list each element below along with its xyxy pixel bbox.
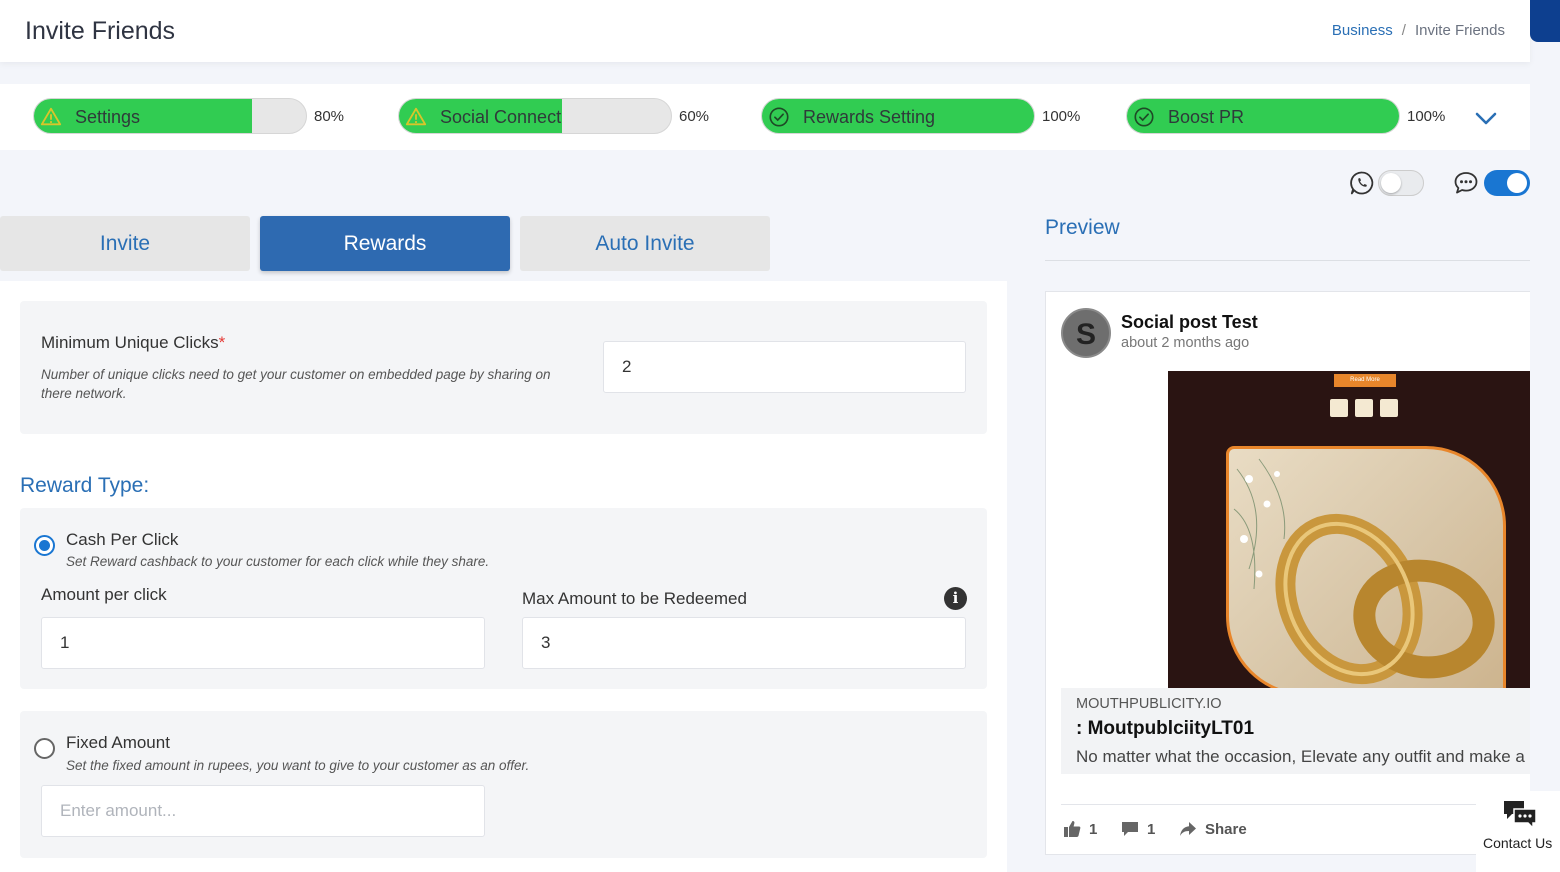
breadcrumb-current: Invite Friends xyxy=(1414,22,1505,39)
toggle-knob xyxy=(1381,173,1401,193)
rings-photo xyxy=(1226,446,1506,688)
whatsapp-toggle[interactable] xyxy=(1378,170,1424,196)
whatsapp-icon xyxy=(1350,171,1374,195)
progress-percent: 80% xyxy=(314,108,345,125)
amount-per-click-input[interactable] xyxy=(41,617,485,669)
check-circle-icon xyxy=(769,107,789,127)
fixed-amount-card: Fixed Amount Set the fixed amount in rup… xyxy=(20,711,987,858)
post-image: Read More xyxy=(1168,371,1530,688)
phone-icon xyxy=(1330,399,1348,417)
chat-bubble-icon xyxy=(1454,172,1478,194)
contact-us-label: Contact Us xyxy=(1483,835,1553,851)
max-amount-input[interactable] xyxy=(522,617,966,669)
progress-track: Social Connect xyxy=(398,98,672,134)
wedding-rings-icon xyxy=(1233,458,1495,685)
avatar: S xyxy=(1061,308,1111,358)
fixed-amount-hint: Set the fixed amount in rupees, you want… xyxy=(66,758,530,773)
link-title: : MoutpublciityLT01 xyxy=(1076,718,1255,739)
cash-per-click-hint: Set Reward cashback to your customer for… xyxy=(66,554,490,569)
cash-per-click-card: Cash Per Click Set Reward cashback to yo… xyxy=(20,508,987,689)
sms-toggle[interactable] xyxy=(1484,170,1530,196)
divider xyxy=(1045,260,1530,261)
progress-track: Rewards Setting xyxy=(761,98,1035,134)
tab-invite[interactable]: Invite xyxy=(0,216,250,271)
corner-accent xyxy=(1530,0,1560,42)
min-clicks-input[interactable] xyxy=(603,341,966,393)
preview-heading: Preview xyxy=(1045,216,1120,239)
progress-fill xyxy=(34,99,252,133)
breadcrumb-business-link[interactable]: Business xyxy=(1332,22,1393,39)
fixed-amount-input[interactable] xyxy=(41,785,485,837)
link-preview[interactable]: MOUTHPUBLICITY.IO : MoutpublciityLT01 No… xyxy=(1061,688,1530,774)
warning-icon xyxy=(405,107,427,126)
progress-track: Settings xyxy=(33,98,307,134)
like-count: 1 xyxy=(1089,820,1098,838)
check-circle-icon xyxy=(1134,107,1154,127)
whatsapp-icon xyxy=(1355,399,1373,417)
social-post-preview: S Social post Test about 2 months ago Re… xyxy=(1045,291,1530,855)
share-label: Share xyxy=(1205,820,1247,838)
min-clicks-label-text: Minimum Unique Clicks xyxy=(41,333,219,352)
reward-type-heading: Reward Type: xyxy=(20,474,150,497)
link-domain: MOUTHPUBLICITY.IO xyxy=(1076,696,1222,712)
location-icon xyxy=(1380,399,1398,417)
toggle-knob xyxy=(1507,173,1527,193)
breadcrumb-separator: / xyxy=(1401,22,1406,39)
min-clicks-hint: Number of unique clicks need to get your… xyxy=(41,367,551,401)
progress-step-label: Social Connect xyxy=(440,107,562,127)
share-arrow-icon xyxy=(1180,822,1196,836)
tab-rewards[interactable]: Rewards xyxy=(260,216,510,271)
progress-step-label: Settings xyxy=(75,107,141,127)
warning-icon xyxy=(40,107,62,126)
comment-count: 1 xyxy=(1147,820,1156,838)
min-clicks-label: Minimum Unique Clicks* xyxy=(41,333,225,353)
progress-percent: 60% xyxy=(679,108,710,125)
breadcrumb: Business / Invite Friends xyxy=(1332,22,1505,39)
chat-support-icon xyxy=(1504,801,1537,830)
like-action[interactable]: 1 xyxy=(1063,820,1097,838)
tab-auto-invite[interactable]: Auto Invite xyxy=(520,216,770,271)
read-more-badge: Read More xyxy=(1334,374,1396,387)
progress-percent: 100% xyxy=(1042,108,1081,125)
max-amount-label: Max Amount to be Redeemed xyxy=(522,589,747,608)
chevron-down-icon[interactable] xyxy=(1474,108,1498,128)
min-clicks-card: Minimum Unique Clicks* Number of unique … xyxy=(20,301,987,434)
page-header: Invite Friends Business / Invite Friends xyxy=(0,0,1530,62)
post-timestamp: about 2 months ago xyxy=(1121,335,1250,351)
setup-progress-bar: Settings 80% Social Connect 60% Rewards … xyxy=(0,84,1530,150)
cash-per-click-label: Cash Per Click xyxy=(66,530,179,549)
progress-step-label: Boost PR xyxy=(1168,107,1245,127)
page-title: Invite Friends xyxy=(25,17,176,45)
share-action[interactable]: Share xyxy=(1179,820,1247,838)
link-description: No matter what the occasion, Elevate any… xyxy=(1076,747,1525,766)
cash-per-click-radio[interactable] xyxy=(34,535,55,556)
fixed-amount-radio[interactable] xyxy=(34,738,55,759)
progress-percent: 100% xyxy=(1407,108,1446,125)
contact-us-widget[interactable]: Contact Us xyxy=(1476,791,1560,872)
info-icon[interactable]: i xyxy=(944,587,967,610)
comment-action[interactable]: 1 xyxy=(1121,820,1155,838)
post-title: Social post Test xyxy=(1121,312,1258,332)
progress-track: Boost PR xyxy=(1126,98,1400,134)
progress-step-label: Rewards Setting xyxy=(803,107,936,127)
required-mark: * xyxy=(218,333,226,352)
fixed-amount-label: Fixed Amount xyxy=(66,733,170,752)
comment-icon xyxy=(1122,822,1138,836)
thumbs-up-icon xyxy=(1064,821,1081,837)
amount-per-click-label: Amount per click xyxy=(41,585,167,604)
divider xyxy=(1061,804,1530,805)
